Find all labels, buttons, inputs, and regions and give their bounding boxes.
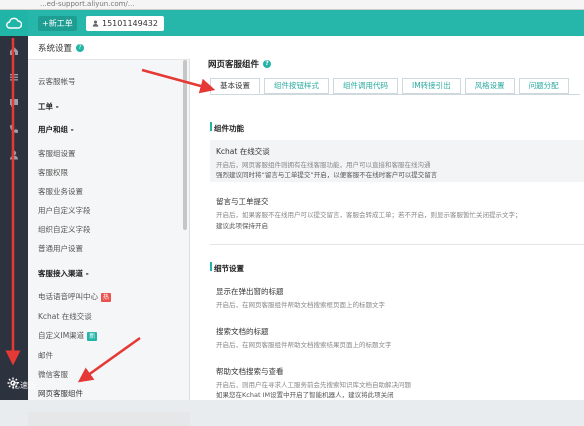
settings-nav: 系统设置 ? 云客服帐号 工单 - 用户和组 - 客服组设置 客服权限 客服业务…	[28, 36, 190, 426]
option-popup-title-title: 显示在弹出窗的标题	[216, 287, 284, 296]
watermark: 亿速云	[12, 381, 36, 390]
tab-style[interactable]: 风格设置	[464, 78, 515, 94]
page-title: 网页客服组件 ?	[208, 58, 272, 70]
user-icon[interactable]	[7, 148, 21, 162]
list-icon[interactable]	[7, 70, 21, 84]
option-help-search-desc-1: 开启后，则用户在寻求人工服务前会先搜索知识库文档自助解决问题	[216, 381, 411, 389]
new-ticket-button[interactable]: +新工单	[38, 16, 77, 31]
nav-item-business[interactable]: 客服业务设置	[38, 186, 83, 197]
nav-item-web-widget[interactable]: 网页客服组件	[38, 388, 83, 399]
new-badge: 新	[87, 331, 98, 341]
help-icon[interactable]: ?	[263, 60, 272, 68]
hot-badge: 热	[101, 292, 112, 302]
nav-group-channels[interactable]: 客服接入渠道 -	[38, 268, 89, 279]
nav-item-account[interactable]: 云客服帐号	[38, 76, 76, 87]
option-help-search-title: 帮助文档搜索与查看	[216, 367, 284, 376]
cloud-icon[interactable]	[0, 10, 28, 36]
home-icon[interactable]	[7, 44, 21, 58]
nav-item-wechat[interactable]: 微信客服	[38, 369, 68, 380]
nav-item-callcenter[interactable]: 电话语音呼叫中心热	[38, 291, 112, 302]
tab-underline	[210, 94, 580, 95]
phone-icon[interactable]	[7, 122, 21, 136]
nav-item-groups[interactable]: 客服组设置	[38, 148, 76, 159]
option-search-title-desc: 开启后，在网页客服组件帮助文档搜索结果页面上的标题文字	[216, 341, 392, 349]
app-sidebar	[0, 10, 28, 400]
option-message-desc-1: 开启后，如果客服不在线用户可以提交留言，客服会转成工单；若不开启，则显示客服暂忙…	[216, 211, 522, 219]
user-tab[interactable]: 15101149432	[86, 16, 164, 31]
option-kchat-desc-2: 强烈建议同时将“留言与工单提交”开启，以便客服不在线时客户可以提交留言	[216, 171, 438, 179]
option-message-desc-2: 建议此项保持开启	[216, 222, 268, 230]
option-message-title: 留言与工单提交	[216, 197, 269, 206]
option-kchat-desc-1: 开启后，网页客服组件则拥有在线客服功能，用户可以直接和客服在线沟通	[216, 161, 431, 169]
section-title-details: 细节设置	[214, 264, 244, 273]
tab-basic[interactable]: 基本设置	[210, 78, 260, 94]
tab-bar: 基本设置 组件按钮样式 组件调用代码 IM转接引出 风格设置 问题分配	[210, 78, 569, 94]
section-divider	[210, 244, 584, 245]
tab-assignment[interactable]: 问题分配	[518, 78, 569, 94]
nav-group-ticket[interactable]: 工单 -	[38, 101, 59, 112]
nav-item-user-settings[interactable]: 普通用户设置	[38, 243, 83, 254]
option-help-search-desc-2: 如果您在Kchat IM设置中开启了智能机器人，建议将此项关闭	[216, 391, 394, 399]
nav-scrollbar[interactable]	[183, 60, 187, 230]
page-title-text: 网页客服组件	[208, 60, 260, 70]
nav-group-users[interactable]: 用户和组 -	[38, 124, 74, 135]
settings-header: 系统设置 ?	[28, 36, 190, 60]
chat-icon[interactable]	[7, 96, 21, 110]
main-panel: 网页客服组件 ? 基本设置 组件按钮样式 组件调用代码 IM转接引出 风格设置 …	[190, 36, 584, 400]
nav-item-email[interactable]: 邮件	[38, 350, 53, 361]
tab-button-style[interactable]: 组件按钮样式	[264, 78, 329, 94]
section-title-features: 组件功能	[214, 124, 244, 133]
nav-item-permissions[interactable]: 客服权限	[38, 167, 68, 178]
section-marker	[210, 262, 212, 271]
settings-title: 系统设置	[38, 43, 73, 54]
user-phone: 15101149432	[102, 19, 158, 28]
top-bar: +新工单 15101149432	[28, 10, 584, 36]
tab-im-transfer[interactable]: IM转接引出	[402, 78, 461, 94]
url-text: ...ed-support.aliyun.com/...	[40, 0, 135, 8]
help-icon[interactable]: ?	[76, 43, 85, 52]
nav-item-custom-im[interactable]: 自定义IM渠道新	[38, 330, 98, 341]
nav-item-user-fields[interactable]: 用户自定义字段	[38, 205, 91, 216]
nav-item-kchat[interactable]: Kchat 在线交谈	[38, 311, 92, 322]
option-search-title-title: 搜索文档的标题	[216, 327, 269, 336]
nav-item-custom-im-label: 自定义IM渠道	[38, 331, 85, 340]
browser-url-bar[interactable]: ...ed-support.aliyun.com/...	[0, 0, 584, 10]
option-popup-title-desc: 开启后，在网页客服组件帮助文档搜索框页面上的标题文字	[216, 301, 385, 309]
section-marker	[210, 122, 212, 131]
option-kchat-title: Kchat 在线交谈	[216, 147, 270, 156]
tab-embed-code[interactable]: 组件调用代码	[333, 78, 398, 94]
nav-item-callcenter-label: 电话语音呼叫中心	[38, 292, 98, 301]
user-small-icon	[92, 20, 99, 27]
nav-item-org-fields[interactable]: 组织自定义字段	[38, 224, 91, 235]
selected-item-highlight	[28, 412, 190, 426]
